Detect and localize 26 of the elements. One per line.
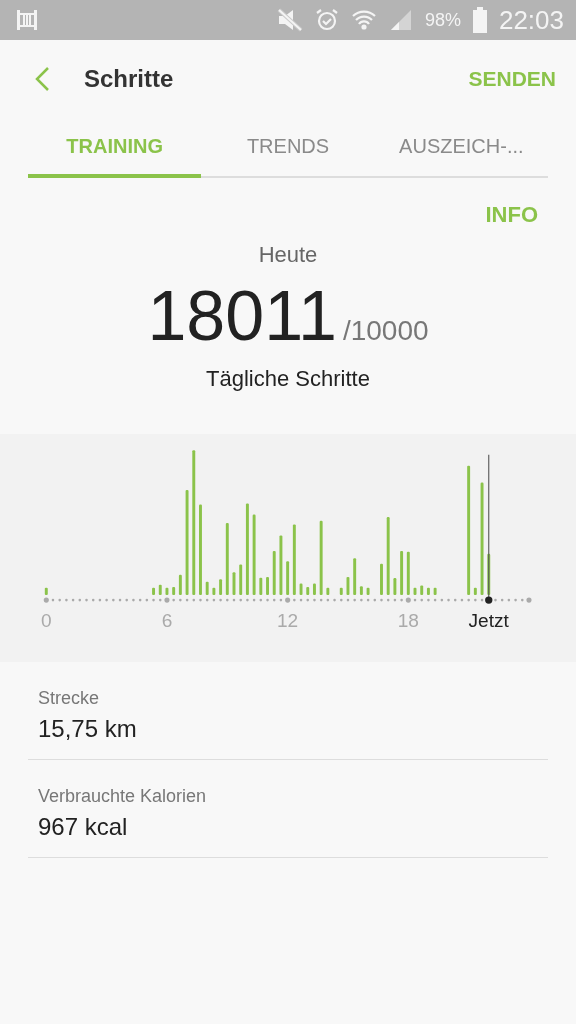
wifi-icon (350, 8, 377, 32)
axis-label: 18 (397, 609, 419, 631)
stat-label: Strecke (38, 688, 101, 709)
send-button[interactable]: SENDEN (468, 67, 556, 91)
battery-percent: 98% (424, 9, 461, 31)
crib-icon (16, 9, 38, 31)
axis-label: Jetzt (468, 609, 509, 631)
mute-icon (276, 8, 303, 32)
stat-label: Verbrauchte Kalorien (38, 786, 208, 807)
step-goal: /10000 (342, 315, 429, 347)
period-label: Heute (258, 242, 318, 268)
clock-time: 22:03 (498, 4, 564, 36)
stat-value: 967 kcal (38, 813, 129, 841)
screen-title: Schritte (84, 65, 174, 93)
battery-icon (472, 7, 487, 33)
axis-label: 6 (161, 609, 173, 631)
tab[interactable]: TRAINING (28, 118, 202, 178)
axis-label: 0 (40, 609, 52, 631)
axis-label: 12 (277, 609, 299, 631)
step-count: 18011 (147, 276, 337, 356)
alarm-icon (314, 8, 339, 32)
tab[interactable]: TRENDS (201, 118, 375, 178)
stat-value: 15,75 km (38, 715, 138, 743)
info-button[interactable]: INFO (485, 202, 538, 228)
steps-caption: Tägliche Schritte (206, 366, 370, 392)
tab[interactable]: AUSZEICH-... (374, 118, 548, 178)
